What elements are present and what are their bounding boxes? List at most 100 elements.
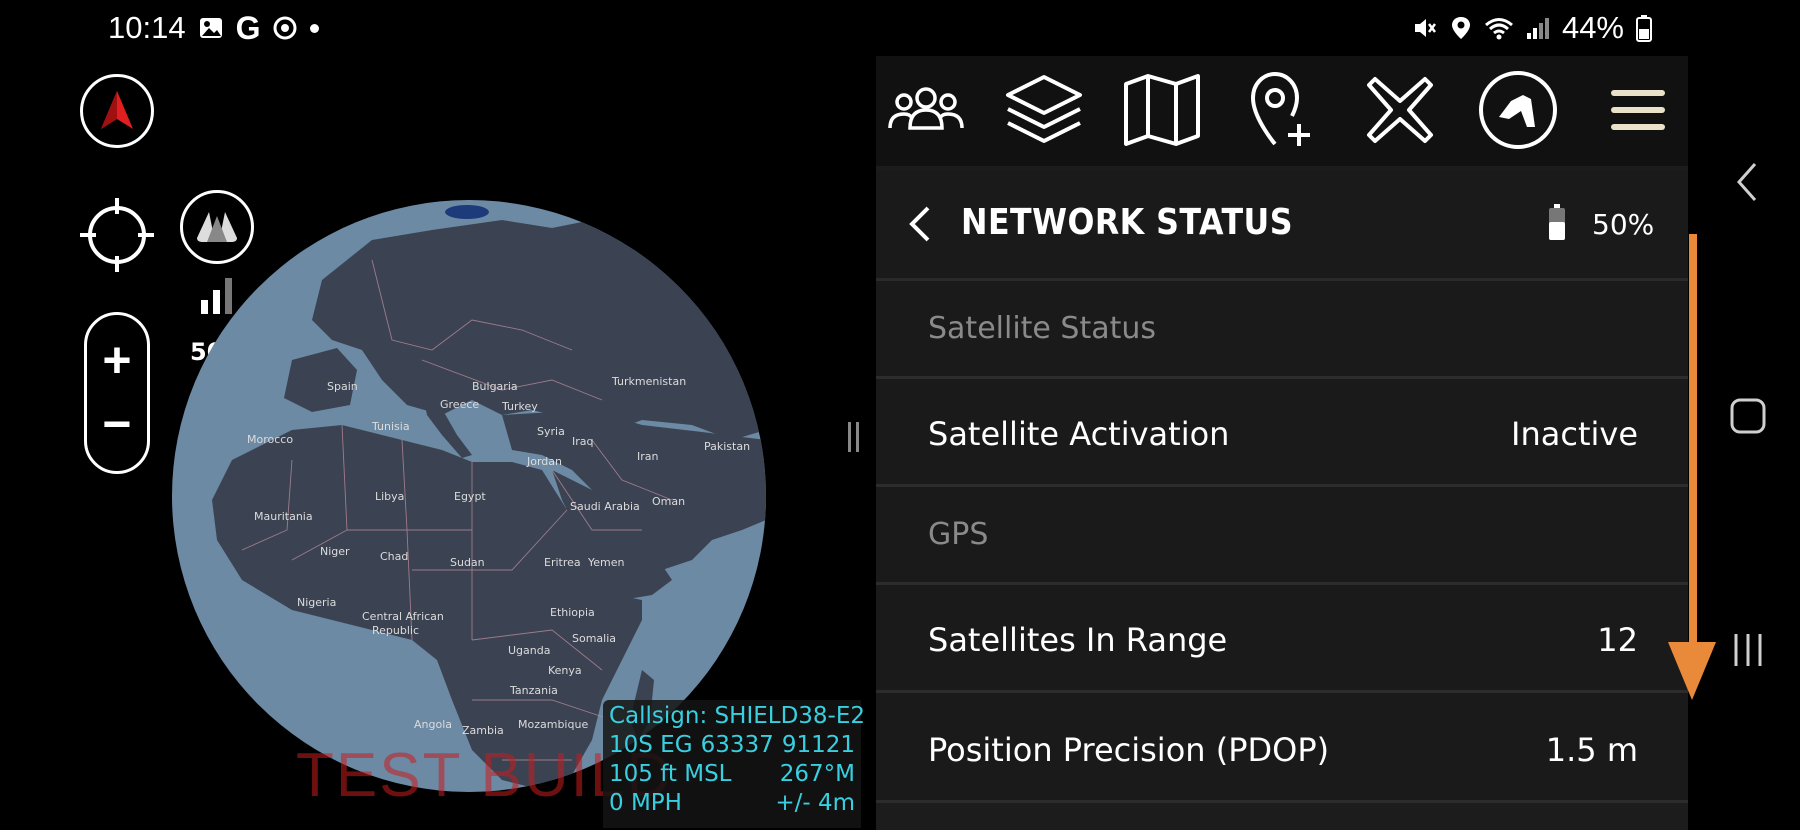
label-niger: Niger: [320, 545, 350, 558]
label-tunisia: Tunisia: [371, 420, 410, 433]
label-car: Central African: [362, 610, 444, 623]
nav-home-button[interactable]: [1726, 386, 1770, 446]
compass-arrow-icon: [101, 91, 133, 129]
row-label: Position Precision (PDOP): [928, 731, 1330, 769]
zoom-control: + −: [84, 312, 150, 474]
label-sudan: Sudan: [450, 556, 485, 569]
label-iraq: Iraq: [572, 435, 594, 448]
map-icon: [1124, 74, 1200, 146]
row-value: 12: [1597, 621, 1638, 659]
heading: 267°M: [779, 761, 855, 787]
label-spain: Spain: [327, 380, 358, 393]
battery-icon: [1548, 204, 1566, 242]
mute-icon: [1412, 15, 1438, 41]
label-bulgaria: Bulgaria: [472, 380, 518, 393]
label-yemen: Yemen: [587, 556, 625, 569]
side-panel: NETWORK STATUS 50% Satellite Status Sate…: [876, 56, 1688, 830]
menu-icon: [1611, 90, 1665, 130]
label-kenya: Kenya: [548, 664, 582, 677]
self-info-box[interactable]: Callsign: SHIELD38-E2 10S EG 63337 91121…: [603, 700, 865, 828]
northing: 91121: [781, 732, 855, 758]
altitude: 105 ft MSL: [609, 761, 732, 787]
label-car2: Republic: [372, 624, 419, 637]
status-battery-percent: 44%: [1561, 10, 1624, 45]
google-icon: G: [235, 9, 261, 46]
tools-button[interactable]: [1350, 62, 1450, 158]
compass-button[interactable]: [80, 74, 154, 148]
callsign-text: Callsign: SHIELD38-E2: [609, 703, 866, 729]
row-label: Satellite Activation: [928, 415, 1230, 453]
dot-icon: [310, 23, 320, 33]
locate-me-button[interactable]: [78, 196, 156, 274]
nav-recents-button[interactable]: [1726, 620, 1770, 680]
label-uganda: Uganda: [508, 644, 550, 657]
speed: 0 MPH: [609, 790, 682, 816]
k9-button[interactable]: [1468, 62, 1568, 158]
maps-button[interactable]: [1112, 62, 1212, 158]
chevron-left-icon: [909, 206, 930, 242]
accuracy: +/- 4m: [775, 790, 855, 816]
label-greece: Greece: [440, 398, 479, 411]
menu-button[interactable]: [1588, 62, 1688, 158]
status-bar-left: 10:14 G: [108, 8, 320, 48]
label-syria: Syria: [537, 425, 565, 438]
zoom-in-button[interactable]: +: [87, 335, 147, 385]
row-value: 1.5 m: [1545, 731, 1638, 769]
label-libya: Libya: [375, 490, 404, 503]
label-turkmenistan: Turkmenistan: [611, 375, 686, 388]
label-angola: Angola: [414, 718, 452, 731]
status-bar-right: 44%: [1412, 8, 1652, 48]
easting: 63337: [700, 732, 774, 758]
label-nigeria: Nigeria: [297, 596, 336, 609]
team-button[interactable]: [876, 62, 976, 158]
label-morocco: Morocco: [247, 433, 293, 446]
signal-icon: [1526, 15, 1550, 41]
label-zambia: Zambia: [462, 724, 504, 737]
label-turkey: Turkey: [501, 400, 538, 413]
team-icon: [888, 87, 964, 130]
section-label: GPS: [928, 517, 989, 552]
row-value: Inactive: [1511, 415, 1638, 453]
zoom-out-button[interactable]: −: [87, 399, 147, 449]
section-label: Satellite Status: [928, 311, 1157, 346]
label-jordan: Jordan: [526, 455, 562, 468]
label-egypt: Egypt: [454, 490, 486, 503]
panel-drag-handle[interactable]: [848, 422, 862, 452]
back-icon: [1736, 163, 1757, 201]
row-satellite-activation[interactable]: Satellite Activation Inactive: [876, 379, 1688, 487]
nav-back-button[interactable]: [1726, 152, 1770, 212]
status-time: 10:14: [108, 10, 186, 45]
label-oman: Oman: [652, 495, 685, 508]
label-mozambique: Mozambique: [518, 718, 588, 731]
section-gps: GPS: [876, 487, 1688, 585]
scroll-down-arrow: [1664, 234, 1720, 704]
add-location-icon: [1250, 71, 1310, 146]
label-mauritania: Mauritania: [254, 510, 313, 523]
crosshair-icon: [80, 198, 154, 272]
row-label: Satellites In Range: [928, 621, 1228, 659]
add-location-button[interactable]: [1232, 62, 1332, 158]
label-saudi: Saudi Arabia: [570, 500, 640, 513]
page-title: NETWORK STATUS: [961, 202, 1293, 243]
row-satellites-in-range[interactable]: Satellites In Range 12: [876, 585, 1688, 693]
layers-icon: [1006, 75, 1082, 143]
k9-icon: [1479, 71, 1557, 149]
gallery-icon: [198, 15, 224, 41]
label-tanzania: Tanzania: [509, 684, 558, 697]
tools-icon: [1367, 77, 1433, 143]
back-button[interactable]: [906, 204, 936, 244]
sync-icon: [272, 15, 298, 41]
location-icon: [1450, 15, 1472, 41]
layers-button[interactable]: [994, 62, 1094, 158]
label-somalia: Somalia: [572, 632, 616, 645]
battery-icon: [1636, 14, 1652, 42]
grid-zone: 10S EG: [609, 732, 693, 758]
row-position-precision[interactable]: Position Precision (PDOP) 1.5 m: [876, 693, 1688, 803]
toolbar: [876, 56, 1688, 166]
label-eritrea: Eritrea: [544, 556, 581, 569]
wifi-icon: [1484, 15, 1514, 41]
label-chad: Chad: [380, 550, 408, 563]
label-pakistan: Pakistan: [704, 440, 750, 453]
home-icon: [1730, 398, 1766, 434]
recents-icon: [1734, 634, 1762, 666]
